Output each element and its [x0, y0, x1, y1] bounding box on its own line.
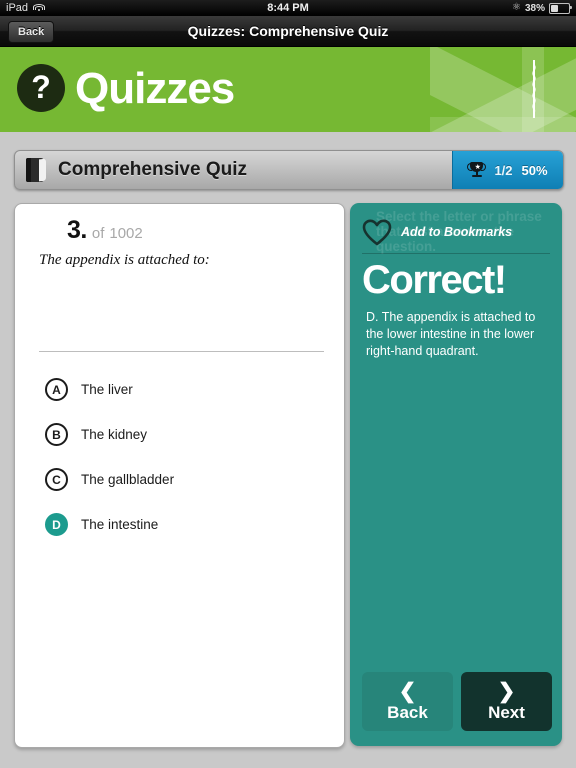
- add-to-bookmarks-button[interactable]: Add to Bookmarks: [362, 215, 552, 249]
- quiz-name-label: Comprehensive Quiz: [58, 159, 247, 180]
- answer-panel: Select the letter or phrase that best an…: [350, 203, 562, 746]
- explanation-text: D. The appendix is attached to the lower…: [366, 310, 536, 358]
- question-card: 3. of 1002 The appendix is attached to: …: [14, 203, 345, 748]
- answer-option-a[interactable]: A The liver: [15, 367, 344, 412]
- chevron-right-icon: ❯: [497, 679, 516, 703]
- verdict-label: Correct!: [362, 258, 507, 302]
- quiz-back-label: Back: [387, 702, 428, 722]
- score-fraction: 1/2: [494, 162, 513, 178]
- brand-header: ? Quizzes: [0, 47, 576, 132]
- question-divider: [39, 351, 324, 352]
- answer-option-d[interactable]: D The intestine: [15, 502, 344, 547]
- quiz-next-button[interactable]: ❯ Next: [461, 672, 552, 731]
- quiz-navigation-buttons: ❮ Back ❯ Next: [362, 672, 552, 731]
- navigation-bar: Back Quizzes: Comprehensive Quiz: [0, 16, 576, 47]
- rod-of-asclepius-icon: [529, 60, 539, 118]
- question-total: 1002: [109, 225, 143, 242]
- question-text: The appendix is attached to:: [39, 252, 210, 268]
- option-label: The intestine: [81, 517, 159, 532]
- question-mark-glyph: ?: [31, 69, 51, 105]
- book-icon: [26, 158, 48, 182]
- nav-back-button[interactable]: Back: [8, 21, 55, 43]
- score-percent: 50%: [521, 162, 548, 178]
- page-title: Quizzes: [75, 64, 235, 113]
- answer-panel-divider: [362, 253, 550, 254]
- option-label: The kidney: [81, 427, 148, 442]
- question-number: 3.: [67, 216, 87, 244]
- quiz-back-button[interactable]: ❮ Back: [362, 672, 453, 731]
- battery-percent-label: 38%: [524, 2, 545, 14]
- answer-option-b[interactable]: B The kidney: [15, 412, 344, 457]
- trophy-icon: ★: [467, 161, 487, 179]
- brand-decoration: [430, 47, 576, 132]
- option-letter-badge: C: [45, 468, 68, 491]
- status-bar-clock: 8:44 PM: [267, 2, 309, 14]
- battery-icon: [549, 2, 572, 14]
- bluetooth-icon: ⚛: [512, 2, 521, 13]
- quiz-title-bar[interactable]: Comprehensive Quiz ★ 1/2 50%: [14, 150, 564, 190]
- answer-option-c[interactable]: C The gallbladder: [15, 457, 344, 502]
- add-to-bookmarks-label: Add to Bookmarks: [401, 225, 513, 239]
- nav-title: Quizzes: Comprehensive Quiz: [187, 23, 389, 39]
- heart-outline-icon: [362, 219, 392, 246]
- chevron-left-icon: ❮: [398, 679, 417, 703]
- option-label: The liver: [81, 382, 133, 397]
- question-of-label: of: [91, 225, 105, 242]
- status-bar: iPad 8:44 PM ⚛ 38%: [0, 0, 576, 16]
- score-badge: ★ 1/2 50%: [452, 151, 563, 189]
- quiz-next-label: Next: [488, 702, 525, 722]
- option-letter-badge: B: [45, 423, 68, 446]
- option-letter-badge: A: [45, 378, 68, 401]
- option-label: The gallbladder: [81, 472, 175, 487]
- ipad-screen: iPad 8:44 PM ⚛ 38% Back Quizzes: Compreh…: [0, 0, 576, 768]
- option-letter-badge-selected: D: [45, 513, 68, 536]
- question-number-row: 3. of 1002: [67, 216, 344, 245]
- answer-options-list: A The liver B The kidney C The gallbladd…: [15, 367, 344, 547]
- question-mark-icon: ?: [17, 64, 65, 112]
- status-bar-right: ⚛ 38%: [512, 2, 572, 14]
